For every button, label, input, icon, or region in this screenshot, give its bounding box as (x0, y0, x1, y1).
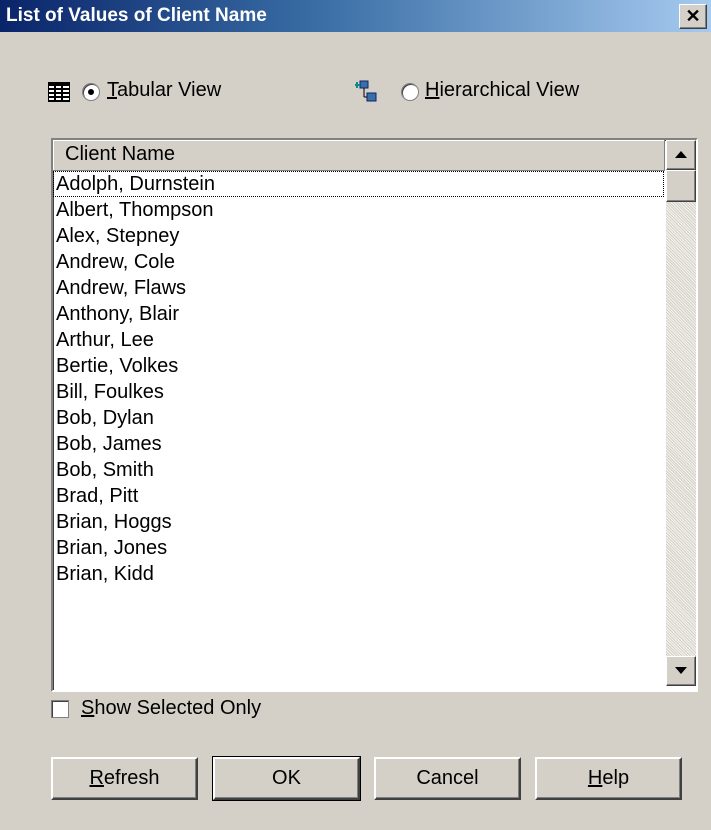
hierarchical-mnemonic: H (425, 79, 440, 101)
list-item[interactable]: Bob, Smith (53, 457, 664, 483)
scrollbar-thumb[interactable] (666, 170, 696, 202)
list-item[interactable]: Alex, Stepney (53, 223, 664, 249)
list-item[interactable]: Bill, Foulkes (53, 379, 664, 405)
show-selected-only-label[interactable]: Show Selected Only (81, 697, 261, 720)
list-item[interactable]: Andrew, Cole (53, 249, 664, 275)
refresh-mnemonic: R (89, 767, 104, 789)
list-item[interactable]: Brian, Jones (53, 535, 664, 561)
hierarchical-label-text: ierarchical View (439, 79, 580, 101)
arrow-up-icon (675, 151, 687, 158)
tabular-label-text: abular View (117, 79, 222, 101)
tabular-view-radio[interactable] (82, 83, 100, 101)
list-item[interactable]: Brad, Pitt (53, 483, 664, 509)
scroll-down-button[interactable] (666, 656, 696, 686)
list-item[interactable]: Bertie, Volkes (53, 353, 664, 379)
list-item[interactable]: Bob, Dylan (53, 405, 664, 431)
close-button[interactable]: ✕ (679, 4, 707, 29)
list-item[interactable]: Anthony, Blair (53, 301, 664, 327)
table-grid-icon (48, 82, 70, 102)
window-title: List of Values of Client Name (6, 5, 267, 26)
vertical-scrollbar[interactable] (666, 140, 696, 686)
show-selected-only-checkbox[interactable] (51, 700, 69, 718)
help-button[interactable]: Help (535, 757, 682, 800)
show-selected-label-text: how Selected Only (94, 697, 262, 719)
ok-label: OK (272, 767, 301, 789)
view-selector: Tabular View Hierarchical View (0, 78, 711, 108)
help-label: elp (602, 767, 630, 789)
list-rows: Adolph, Durnstein Albert, Thompson Alex,… (53, 171, 664, 587)
list-item[interactable]: Bob, James (53, 431, 664, 457)
help-mnemonic: H (587, 767, 603, 789)
list-item[interactable]: Brian, Kidd (53, 561, 664, 587)
close-icon: ✕ (685, 6, 701, 26)
client-name-list[interactable]: Client Name Adolph, Durnstein Albert, Th… (51, 138, 698, 692)
cancel-label: Cancel (416, 767, 479, 789)
cancel-button[interactable]: Cancel (374, 757, 521, 800)
list-item[interactable]: Brian, Hoggs (53, 509, 664, 535)
list-item[interactable]: Arthur, Lee (53, 327, 664, 353)
tabular-mnemonic: T (107, 79, 117, 101)
show-selected-mnemonic: S (81, 697, 95, 719)
list-item[interactable]: Andrew, Flaws (53, 275, 664, 301)
list-item[interactable]: Albert, Thompson (53, 197, 664, 223)
scroll-up-button[interactable] (666, 140, 696, 170)
title-bar: List of Values of Client Name ✕ (0, 0, 711, 32)
hierarchical-view-radio[interactable] (401, 83, 419, 101)
column-header-label: Client Name (65, 143, 176, 165)
radio-selected-dot (88, 89, 94, 95)
ok-button[interactable]: OK (212, 756, 361, 801)
hierarchy-icon (355, 80, 377, 102)
arrow-down-icon (675, 667, 687, 674)
list-item[interactable]: Adolph, Durnstein (53, 171, 664, 197)
refresh-button[interactable]: Refresh (51, 757, 198, 800)
hierarchical-view-label[interactable]: Hierarchical View (425, 79, 579, 102)
refresh-label: efresh (103, 767, 160, 789)
column-header-client-name[interactable]: Client Name (53, 140, 665, 171)
tabular-view-label[interactable]: Tabular View (107, 79, 221, 102)
